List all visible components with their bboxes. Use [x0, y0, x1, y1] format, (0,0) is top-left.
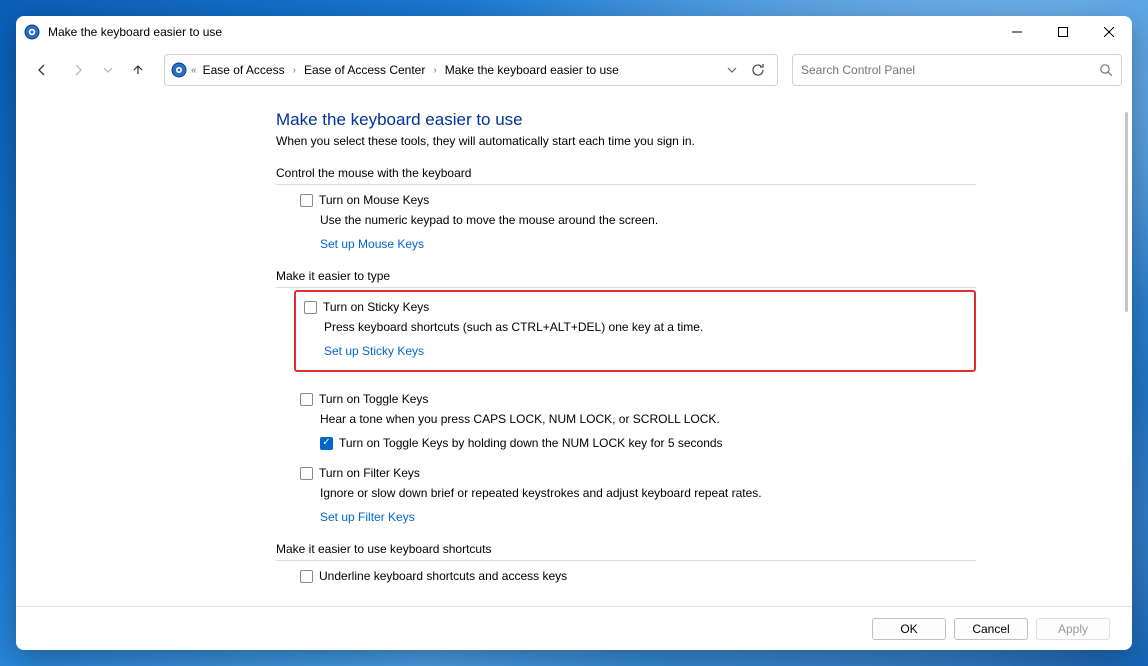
filter-keys-label: Turn on Filter Keys — [319, 466, 420, 480]
toggle-keys-hold-checkbox[interactable] — [320, 437, 333, 450]
setup-sticky-keys-link[interactable]: Set up Sticky Keys — [324, 344, 424, 358]
apply-button[interactable]: Apply — [1036, 618, 1110, 640]
cancel-button[interactable]: Cancel — [954, 618, 1028, 640]
setup-filter-keys-link[interactable]: Set up Filter Keys — [320, 510, 415, 524]
mouse-keys-desc: Use the numeric keypad to move the mouse… — [320, 213, 976, 227]
refresh-button[interactable] — [751, 63, 765, 77]
sticky-keys-checkbox[interactable] — [304, 301, 317, 314]
control-panel-window: Make the keyboard easier to use — [16, 16, 1132, 650]
search-icon[interactable] — [1099, 63, 1113, 77]
recent-dropdown[interactable] — [98, 54, 118, 86]
search-box[interactable] — [792, 54, 1122, 86]
dialog-footer: OK Cancel Apply — [16, 606, 1132, 650]
back-button[interactable] — [26, 54, 58, 86]
sticky-keys-label: Turn on Sticky Keys — [323, 300, 429, 314]
app-icon — [24, 24, 40, 40]
address-dropdown-icon[interactable] — [727, 65, 737, 75]
mouse-keys-label: Turn on Mouse Keys — [319, 193, 429, 207]
up-button[interactable] — [122, 54, 154, 86]
ok-button[interactable]: OK — [872, 618, 946, 640]
filter-keys-desc: Ignore or slow down brief or repeated ke… — [320, 486, 976, 500]
underline-shortcuts-label: Underline keyboard shortcuts and access … — [319, 569, 567, 583]
page-subheading: When you select these tools, they will a… — [276, 134, 976, 148]
toggle-keys-label: Turn on Toggle Keys — [319, 392, 428, 406]
toggle-keys-desc: Hear a tone when you press CAPS LOCK, NU… — [320, 412, 976, 426]
toggle-keys-hold-label: Turn on Toggle Keys by holding down the … — [339, 436, 723, 450]
page-heading: Make the keyboard easier to use — [276, 110, 976, 130]
breadcrumb-item[interactable]: Make the keyboard easier to use — [443, 63, 621, 77]
breadcrumb-item[interactable]: Ease of Access Center — [302, 63, 427, 77]
sticky-keys-highlight: Turn on Sticky Keys Press keyboard short… — [294, 290, 976, 372]
mouse-keys-checkbox[interactable] — [300, 194, 313, 207]
content-area: Make the keyboard easier to use When you… — [16, 92, 1132, 606]
nav-toolbar: « Ease of Access › Ease of Access Center… — [16, 48, 1132, 92]
forward-button[interactable] — [62, 54, 94, 86]
minimize-button[interactable] — [994, 16, 1040, 48]
window-title: Make the keyboard easier to use — [48, 25, 994, 39]
section-type-title: Make it easier to type — [276, 269, 976, 288]
window-controls — [994, 16, 1132, 48]
titlebar: Make the keyboard easier to use — [16, 16, 1132, 48]
chevron-left-icon: « — [191, 65, 197, 76]
sticky-keys-desc: Press keyboard shortcuts (such as CTRL+A… — [324, 320, 966, 334]
breadcrumb-item[interactable]: Ease of Access — [201, 63, 287, 77]
chevron-right-icon: › — [431, 65, 438, 76]
toggle-keys-checkbox[interactable] — [300, 393, 313, 406]
scrollbar[interactable] — [1125, 112, 1128, 312]
section-shortcuts-title: Make it easier to use keyboard shortcuts — [276, 542, 976, 561]
setup-mouse-keys-link[interactable]: Set up Mouse Keys — [320, 237, 424, 251]
address-bar[interactable]: « Ease of Access › Ease of Access Center… — [164, 54, 778, 86]
search-input[interactable] — [801, 63, 1099, 77]
location-icon — [171, 62, 187, 78]
close-button[interactable] — [1086, 16, 1132, 48]
filter-keys-checkbox[interactable] — [300, 467, 313, 480]
maximize-button[interactable] — [1040, 16, 1086, 48]
chevron-right-icon: › — [291, 65, 298, 76]
section-mouse-title: Control the mouse with the keyboard — [276, 166, 976, 185]
underline-shortcuts-checkbox[interactable] — [300, 570, 313, 583]
